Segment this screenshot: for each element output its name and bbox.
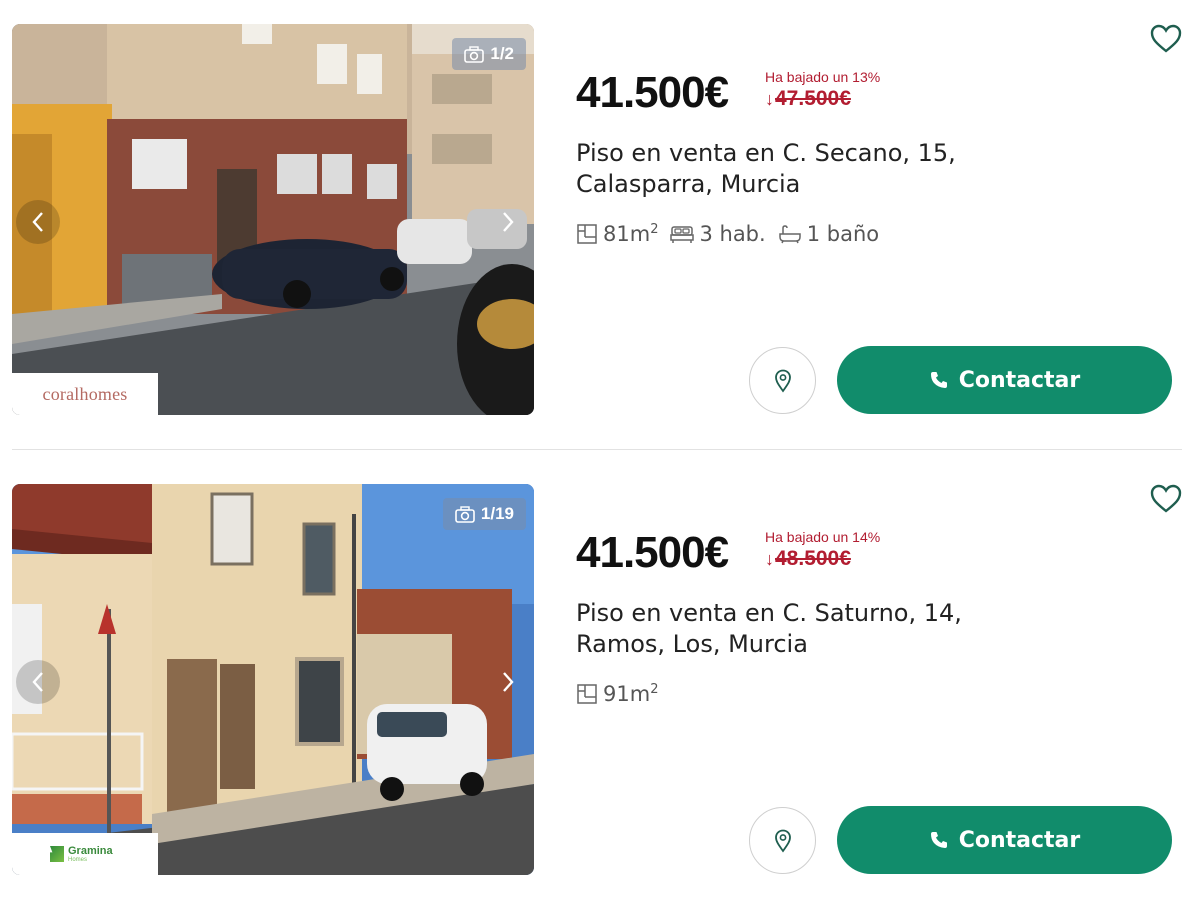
map-button[interactable] <box>749 807 816 874</box>
agency-logo[interactable]: coralhomes <box>12 373 158 415</box>
price-drop: Ha bajado un 13% ↓ 47.500€ <box>765 69 880 111</box>
agency-name: coralhomes <box>42 383 128 404</box>
next-photo-button[interactable] <box>486 200 530 244</box>
old-price: ↓ 48.500€ <box>765 547 880 571</box>
agency-subtitle: Homes <box>68 857 88 863</box>
contact-button-label: Contactar <box>958 367 1081 393</box>
contact-button[interactable]: Contactar <box>837 346 1172 414</box>
price-drop: Ha bajado un 14% ↓ 48.500€ <box>765 529 880 571</box>
photo-counter-text: 1/19 <box>480 504 514 523</box>
phone-icon <box>930 832 947 848</box>
chevron-left-icon <box>32 672 43 692</box>
phone-icon <box>930 372 947 388</box>
feature-area: 81m2 <box>576 222 658 246</box>
price: 41.500€ <box>576 528 729 577</box>
listing-card[interactable]: 1/19 Gramina Homes 41.500€ Ha bajado un … <box>0 460 1200 880</box>
listing-photo[interactable]: 1/19 Gramina Homes <box>12 484 534 875</box>
old-price-value: 48.500€ <box>775 547 851 570</box>
heart-icon <box>1150 24 1182 53</box>
baths-value: 1 baño <box>806 222 880 246</box>
bed-icon <box>670 226 695 243</box>
favorite-button[interactable] <box>1150 24 1182 56</box>
next-photo-button[interactable] <box>486 660 530 704</box>
agency-name: Gramina <box>68 845 113 857</box>
chevron-right-icon <box>503 672 514 692</box>
agency-name-block: Gramina Homes <box>68 845 113 863</box>
arrow-down-icon: ↓ <box>765 88 774 109</box>
photo-counter: 1/19 <box>442 498 526 530</box>
arrow-down-icon: ↓ <box>765 548 774 569</box>
gramina-logo-mark <box>50 846 64 862</box>
camera-icon <box>464 45 485 63</box>
chevron-left-icon <box>32 212 43 232</box>
listing-title[interactable]: Piso en venta en C. Secano, 15, Calaspar… <box>576 138 996 200</box>
photo-counter: 1/2 <box>452 38 526 70</box>
listing-photo[interactable]: 1/2 coralhomes <box>12 24 534 415</box>
listing-features: 81m2 3 hab. 1 baño <box>576 222 879 246</box>
map-button[interactable] <box>749 347 816 414</box>
bathtub-icon <box>778 225 801 244</box>
listing-card[interactable]: 1/2 coralhomes 41.500€ Ha bajado un 13% … <box>0 0 1200 420</box>
area-value: 91m <box>603 682 651 706</box>
old-price-value: 47.500€ <box>775 87 851 110</box>
floorplan-icon <box>577 684 597 704</box>
area-unit: 2 <box>650 682 659 697</box>
favorite-button[interactable] <box>1150 484 1182 516</box>
chevron-right-icon <box>503 212 514 232</box>
feature-rooms: 3 hab. <box>670 222 766 246</box>
photo-counter-text: 1/2 <box>490 44 514 63</box>
feature-area: 91m2 <box>576 682 658 706</box>
contact-button-label: Contactar <box>958 827 1081 853</box>
listing-title-line1[interactable]: Piso en venta en C. Saturno, 14, <box>576 598 996 629</box>
listing-divider <box>12 449 1182 450</box>
feature-baths: 1 baño <box>778 222 879 246</box>
floorplan-icon <box>577 224 597 244</box>
rooms-value: 3 hab. <box>699 222 766 246</box>
previous-photo-button[interactable] <box>16 660 60 704</box>
listing-title-line2[interactable]: Calasparra, Murcia <box>576 169 996 200</box>
map-pin-icon <box>774 369 791 393</box>
price: 41.500€ <box>576 68 729 117</box>
contact-button[interactable]: Contactar <box>837 806 1172 874</box>
listing-title-line1[interactable]: Piso en venta en C. Secano, 15, <box>576 138 996 169</box>
previous-photo-button[interactable] <box>16 200 60 244</box>
listing-title[interactable]: Piso en venta en C. Saturno, 14, Ramos, … <box>576 598 996 660</box>
heart-icon <box>1150 484 1182 513</box>
area-value: 81m <box>603 222 651 246</box>
building-photo <box>12 24 534 415</box>
agency-logo[interactable]: Gramina Homes <box>12 833 158 875</box>
building-photo <box>12 484 534 875</box>
area-unit: 2 <box>650 222 659 237</box>
listing-features: 91m2 <box>576 682 658 706</box>
old-price: ↓ 47.500€ <box>765 87 880 111</box>
price-drop-note: Ha bajado un 13% <box>765 69 881 85</box>
camera-icon <box>455 505 475 523</box>
listing-title-line2[interactable]: Ramos, Los, Murcia <box>576 629 996 660</box>
map-pin-icon <box>774 829 791 853</box>
price-drop-note: Ha bajado un 14% <box>765 529 881 545</box>
